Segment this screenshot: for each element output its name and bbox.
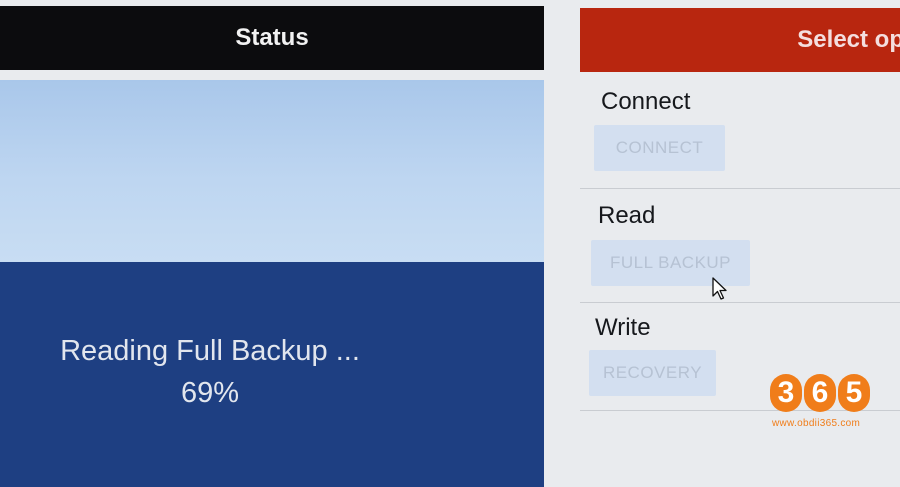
read-section: Read FULL BACKUP bbox=[580, 190, 900, 303]
logo-digit-3: 3 bbox=[770, 374, 802, 412]
options-title: Select op bbox=[797, 26, 900, 53]
read-label: Read bbox=[598, 202, 656, 229]
write-label: Write bbox=[595, 314, 651, 341]
connect-label: Connect bbox=[601, 88, 691, 115]
status-title: Status bbox=[235, 24, 309, 51]
mouse-pointer-icon bbox=[712, 277, 728, 306]
logo-url: www.obdii365.com bbox=[772, 418, 861, 429]
status-text: Reading Full Backup ... 69% bbox=[40, 330, 380, 414]
connect-section: Connect CONNECT bbox=[580, 84, 900, 189]
status-header: Status bbox=[0, 6, 544, 70]
connect-button[interactable]: CONNECT bbox=[594, 125, 725, 171]
logo-digit-6: 6 bbox=[804, 374, 836, 412]
logo-digit-5: 5 bbox=[838, 374, 870, 412]
status-message: Reading Full Backup ... bbox=[60, 335, 360, 367]
recovery-button[interactable]: RECOVERY bbox=[589, 350, 716, 396]
status-image bbox=[0, 80, 544, 262]
watermark-logo: 3 6 5 www.obdii365.com bbox=[770, 372, 870, 452]
options-header: Select op bbox=[580, 8, 900, 72]
status-panel: Reading Full Backup ... 69% bbox=[0, 80, 544, 487]
status-progress: 69% bbox=[180, 377, 240, 409]
